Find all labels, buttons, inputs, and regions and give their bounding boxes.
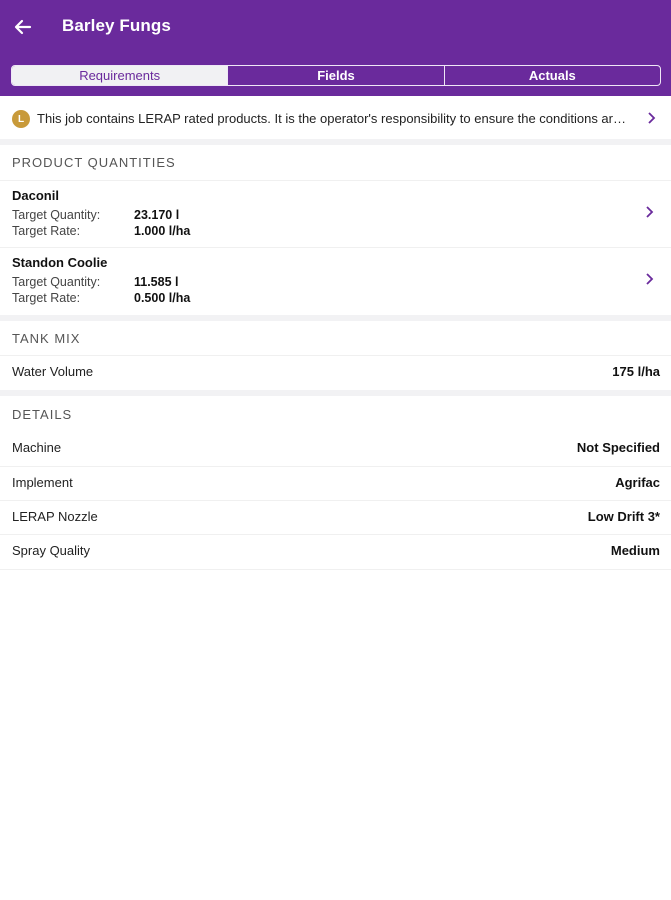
target-rate-label: Target Rate:	[12, 224, 81, 238]
details-header: DETAILS	[12, 407, 73, 422]
target-quantity-label: Target Quantity:	[12, 208, 101, 222]
lerap-nozzle-row: LERAP Nozzle Low Drift 3*	[0, 500, 671, 534]
tab-requirements[interactable]: Requirements	[12, 66, 228, 85]
target-rate-value: 1.000 l/ha	[134, 224, 191, 238]
product-row-daconil[interactable]: Daconil Target Quantity: 23.170 l Target…	[0, 181, 671, 247]
page-title: Barley Fungs	[62, 16, 171, 35]
product-name: Daconil	[12, 188, 59, 203]
section-gap	[0, 315, 671, 321]
water-volume-label: Water Volume	[12, 364, 94, 379]
product-quantities-header: PRODUCT QUANTITIES	[12, 155, 176, 170]
back-button[interactable]	[10, 14, 36, 40]
implement-value: Agrifac	[615, 475, 660, 490]
app-bar: Barley Fungs Requirements Fields Actuals	[0, 0, 671, 96]
lerap-banner[interactable]: L This job contains LERAP rated products…	[0, 99, 671, 139]
arrow-left-icon	[14, 19, 32, 35]
target-quantity-value: 11.585 l	[134, 275, 179, 289]
machine-row: Machine Not Specified	[0, 431, 671, 465]
chevron-right-icon	[646, 273, 654, 285]
machine-label: Machine	[12, 440, 62, 455]
water-volume-value: 175 l/ha	[612, 364, 660, 379]
chevron-right-icon	[648, 112, 656, 124]
machine-value: Not Specified	[576, 440, 660, 455]
spray-quality-row: Spray Quality Medium	[0, 534, 671, 568]
divider	[0, 569, 671, 570]
product-row-standon-coolie[interactable]: Standon Coolie Target Quantity: 11.585 l…	[0, 248, 671, 314]
target-rate-value: 0.500 l/ha	[134, 291, 191, 305]
chevron-right-icon	[646, 206, 654, 218]
target-quantity-value: 23.170 l	[134, 208, 180, 222]
water-volume-row: Water Volume 175 l/ha	[0, 355, 671, 389]
implement-row: Implement Agrifac	[0, 466, 671, 500]
tab-fields[interactable]: Fields	[227, 66, 443, 85]
tab-bar: Requirements Fields Actuals	[11, 65, 661, 86]
target-quantity-label: Target Quantity:	[12, 275, 101, 289]
product-name: Standon Coolie	[12, 255, 108, 270]
tab-actuals[interactable]: Actuals	[443, 66, 660, 85]
tank-mix-header: TANK MIX	[12, 331, 81, 346]
target-rate-label: Target Rate:	[12, 291, 81, 305]
implement-label: Implement	[12, 475, 73, 490]
spray-quality-label: Spray Quality	[12, 543, 91, 558]
lerap-banner-text: This job contains LERAP rated products. …	[37, 111, 633, 126]
lerap-nozzle-label: LERAP Nozzle	[12, 509, 98, 524]
section-gap	[0, 139, 671, 145]
lerap-nozzle-value: Low Drift 3*	[587, 509, 660, 524]
lerap-badge: L	[12, 110, 30, 128]
section-gap	[0, 390, 671, 396]
spray-quality-value: Medium	[610, 543, 660, 558]
